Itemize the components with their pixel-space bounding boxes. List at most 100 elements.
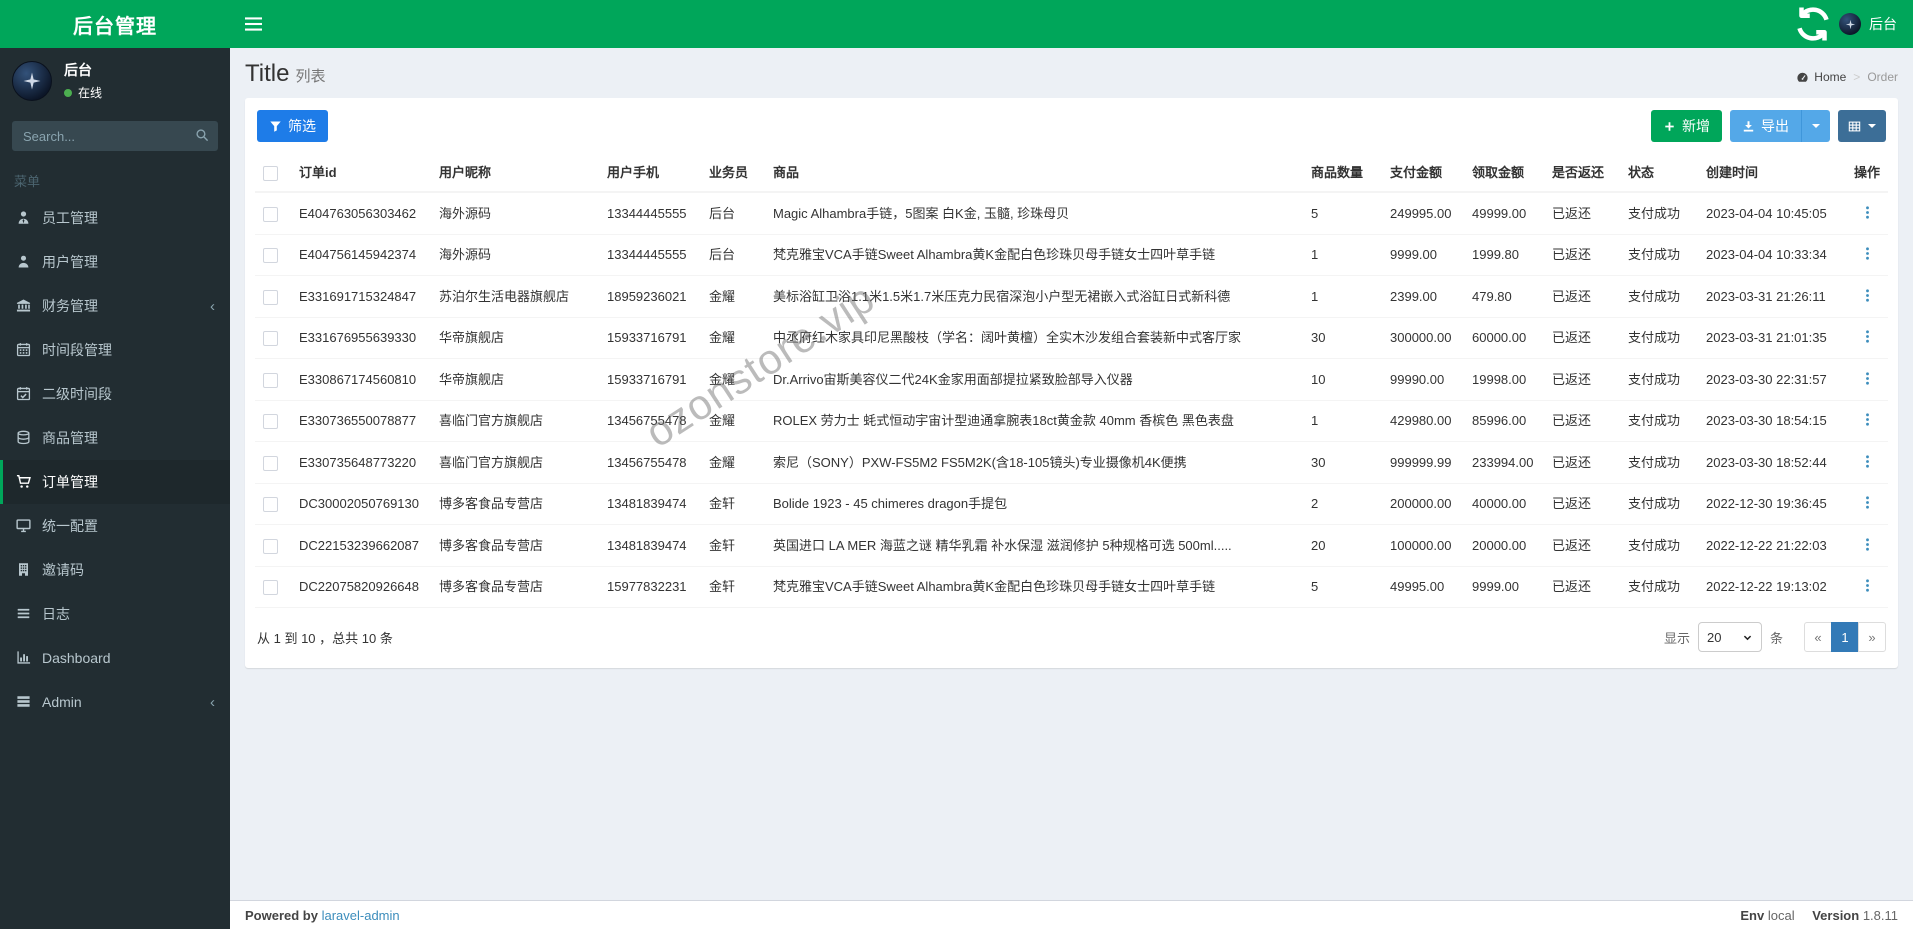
sidebar-item-products[interactable]: 商品管理	[0, 416, 230, 460]
cell-receive-amount: 479.80	[1464, 275, 1544, 318]
row-checkbox[interactable]	[263, 372, 278, 388]
row-checkbox[interactable]	[263, 497, 278, 513]
sidebar-item-dashboard[interactable]: Dashboard	[0, 636, 230, 680]
export-dropdown-toggle[interactable]	[1801, 110, 1830, 142]
cell-returned: 已返还	[1544, 483, 1620, 525]
row-checkbox[interactable]	[263, 248, 278, 264]
cell-receive-amount: 9999.00	[1464, 566, 1544, 608]
sidebar-item-log[interactable]: 日志	[0, 592, 230, 636]
cell-salesman: 金轩	[701, 483, 765, 525]
sidebar-item-admin[interactable]: Admin ‹	[0, 680, 230, 724]
row-actions-button[interactable]	[1856, 533, 1878, 555]
sidebar-item-staff[interactable]: 员工管理	[0, 196, 230, 240]
row-actions-button[interactable]	[1856, 243, 1878, 265]
search-input[interactable]	[12, 121, 218, 151]
cell-actions	[1846, 234, 1888, 276]
row-actions-button[interactable]	[1856, 326, 1878, 348]
list-icon	[16, 606, 32, 622]
building-icon	[16, 562, 32, 578]
sidebar-item-label: 统一配置	[42, 518, 98, 534]
top-navbar: 后台	[230, 0, 1913, 48]
pagination-prev[interactable]: «	[1804, 622, 1832, 652]
sidebar-item-finance[interactable]: 财务管理 ‹	[0, 284, 230, 328]
cell-returned: 已返还	[1544, 441, 1620, 484]
sidebar-item-users[interactable]: 用户管理	[0, 240, 230, 284]
select-all-checkbox[interactable]	[263, 166, 278, 182]
pagination-page-1[interactable]: 1	[1831, 622, 1859, 652]
row-actions-button[interactable]	[1856, 367, 1878, 389]
pagination-next[interactable]: »	[1858, 622, 1886, 652]
cell-created-at: 2023-03-31 21:26:11	[1698, 275, 1846, 318]
cell-status: 支付成功	[1620, 441, 1698, 484]
cell-created-at: 2023-03-31 21:01:35	[1698, 317, 1846, 359]
sidebar-item-config[interactable]: 统一配置	[0, 504, 230, 548]
cell-actions	[1846, 400, 1888, 442]
sidebar-item-orders[interactable]: 订单管理	[0, 460, 230, 504]
row-actions-button[interactable]	[1856, 284, 1878, 306]
cell-order-id: DC22153239662087	[291, 524, 431, 567]
row-checkbox[interactable]	[263, 580, 278, 596]
user-avatar	[12, 60, 52, 101]
row-checkbox[interactable]	[263, 331, 278, 347]
ellipsis-v-icon	[1860, 329, 1875, 344]
navbar-user-menu[interactable]: 后台	[1833, 0, 1913, 48]
row-actions-button[interactable]	[1856, 575, 1878, 597]
sidebar-toggle-icon[interactable]	[230, 0, 276, 48]
row-checkbox[interactable]	[263, 538, 278, 554]
cell-status: 支付成功	[1620, 524, 1698, 567]
cell-phone: 18959236021	[599, 275, 701, 318]
cell-product: 中丞府红木家具印尼黑酸枝（学名：阔叶黄檀）全实木沙发组合套装新中式客厅家	[765, 317, 1303, 359]
cell-product: Dr.Arrivo宙斯美容仪二代24K金家用面部提拉紧致脸部导入仪器	[765, 358, 1303, 401]
refresh-icon[interactable]	[1793, 0, 1833, 48]
breadcrumb-home[interactable]: Home	[1796, 70, 1846, 84]
user-tie-icon	[16, 210, 32, 226]
row-checkbox[interactable]	[263, 455, 278, 471]
row-actions-button[interactable]	[1856, 201, 1878, 223]
cell-pay-amount: 300000.00	[1382, 317, 1464, 359]
cell-pay-amount: 9999.00	[1382, 234, 1464, 276]
powered-by: Powered by laravel-admin	[245, 907, 400, 923]
row-checkbox-cell	[255, 234, 291, 276]
laravel-admin-link[interactable]: laravel-admin	[322, 908, 400, 923]
row-checkbox-cell	[255, 441, 291, 484]
cell-pay-amount: 100000.00	[1382, 524, 1464, 567]
column-header: 支付金额	[1382, 154, 1464, 193]
per-page-select[interactable]: 20	[1697, 622, 1762, 652]
row-actions-button[interactable]	[1856, 450, 1878, 472]
cell-pay-amount: 99990.00	[1382, 358, 1464, 401]
cell-quantity: 30	[1303, 317, 1382, 359]
filter-button[interactable]: 筛选	[257, 110, 328, 142]
row-actions-button[interactable]	[1856, 492, 1878, 514]
calendar-icon	[16, 342, 32, 358]
sidebar-item-sub-timeslot[interactable]: 二级时间段	[0, 372, 230, 416]
cell-status: 支付成功	[1620, 400, 1698, 442]
add-button[interactable]: 新增	[1651, 110, 1722, 142]
user-name: 后台	[64, 62, 92, 78]
cell-pay-amount: 49995.00	[1382, 566, 1464, 608]
sidebar-item-label: 员工管理	[42, 210, 98, 226]
sidebar-item-timeslot[interactable]: 时间段管理	[0, 328, 230, 372]
chevron-left-icon: ‹	[210, 693, 215, 711]
cell-receive-amount: 40000.00	[1464, 483, 1544, 525]
cell-receive-amount: 19998.00	[1464, 358, 1544, 401]
app-logo[interactable]: 后台管理	[0, 0, 230, 48]
cell-quantity: 1	[1303, 275, 1382, 318]
row-checkbox[interactable]	[263, 414, 278, 430]
row-checkbox[interactable]	[263, 206, 278, 222]
ellipsis-v-icon	[1860, 578, 1875, 593]
pager-area: 显示 20 条 « 1 »	[1664, 622, 1886, 652]
sidebar-item-invite-code[interactable]: 邀请码	[0, 548, 230, 592]
cell-status: 支付成功	[1620, 234, 1698, 276]
row-checkbox[interactable]	[263, 289, 278, 305]
search-icon[interactable]	[190, 124, 214, 148]
cell-receive-amount: 49999.00	[1464, 192, 1544, 235]
cell-quantity: 5	[1303, 566, 1382, 608]
table-row: DC22153239662087 博多客食品专营店 13481839474 金轩 英国进…	[255, 524, 1888, 567]
column-selector-button[interactable]	[1838, 110, 1886, 142]
sidebar-item-label: 用户管理	[42, 254, 98, 270]
desktop-icon	[16, 518, 32, 534]
row-actions-button[interactable]	[1856, 409, 1878, 431]
cell-order-id: E330736550078877	[291, 400, 431, 442]
export-button[interactable]: 导出	[1730, 110, 1801, 142]
cell-status: 支付成功	[1620, 483, 1698, 525]
